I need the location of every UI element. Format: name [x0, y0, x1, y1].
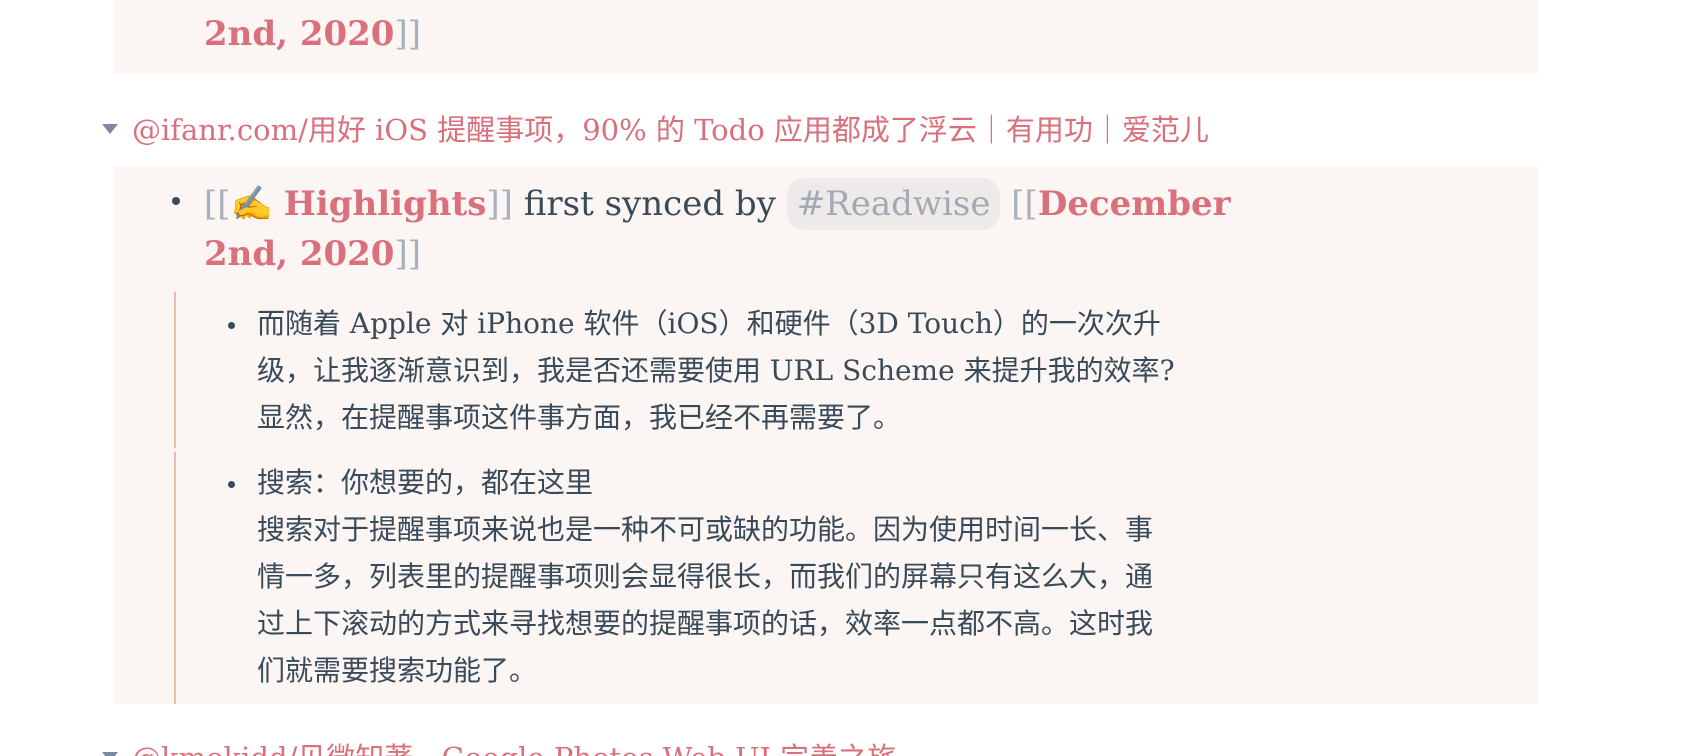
highlight-line: 级，让我逐渐意识到，我是否还需要使用 URL Scheme 来提升我的效率?: [257, 354, 1175, 387]
highlight-line: 情一多，列表里的提醒事项则会显得很长，而我们的屏幕只有这么大，通: [257, 560, 1154, 593]
date-link-part1[interactable]: December: [1038, 184, 1231, 224]
date-link[interactable]: 2nd, 2020: [204, 14, 394, 54]
bullet-icon[interactable]: [172, 197, 180, 205]
previous-date-line: 2nd, 2020]]: [204, 14, 421, 54]
highlight-line: 显然，在提醒事项这件事方面，我已经不再需要了。: [257, 401, 902, 434]
highlight-item: 搜索：你想要的，都在这里 搜索对于提醒事项来说也是一种不可或缺的功能。因为使用时…: [257, 459, 1293, 694]
synced-text: first synced by: [523, 184, 776, 224]
writing-hand-icon: ✍: [230, 184, 273, 224]
reference-row[interactable]: @ifanr.com/用好 iOS 提醒事项，90% 的 Todo 应用都成了浮…: [102, 108, 1209, 148]
highlights-link[interactable]: Highlights: [284, 184, 487, 224]
highlight-item: 而随着 Apple 对 iPhone 软件（iOS）和硬件（3D Touch）的…: [257, 300, 1293, 441]
child-guide-line: [174, 452, 176, 704]
next-reference-title-link[interactable]: @kmokidd/见微知著 - Google Photos Web UI 完善之…: [132, 735, 896, 756]
highlight-line: 而随着 Apple 对 iPhone 软件（iOS）和硬件（3D Touch）的…: [257, 307, 1161, 340]
reference-title-link[interactable]: @ifanr.com/用好 iOS 提醒事项，90% 的 Todo 应用都成了浮…: [132, 107, 1209, 149]
next-reference-row[interactable]: @kmokidd/见微知著 - Google Photos Web UI 完善之…: [102, 736, 896, 756]
date-link-part2[interactable]: 2nd, 2020: [204, 234, 394, 274]
highlight-line: 过上下滚动的方式来寻找想要的提醒事项的话，效率一点都不高。这时我: [257, 607, 1154, 640]
collapse-caret-icon[interactable]: [102, 124, 118, 134]
highlight-line: 搜索对于提醒事项来说也是一种不可或缺的功能。因为使用时间一长、事: [257, 513, 1154, 546]
highlight-line: 们就需要搜索功能了。: [257, 654, 538, 687]
highlight-line: 搜索：你想要的，都在这里: [257, 466, 594, 499]
readwise-tag[interactable]: #Readwise: [786, 178, 1001, 230]
highlights-header-line1: [[✍ Highlights]] first synced by #Readwi…: [204, 178, 1231, 230]
bullet-icon[interactable]: [228, 481, 235, 488]
highlights-header-line2: 2nd, 2020]]: [204, 234, 421, 274]
collapse-caret-icon[interactable]: [102, 752, 118, 756]
child-guide-line: [174, 292, 176, 448]
bullet-icon[interactable]: [228, 322, 235, 329]
